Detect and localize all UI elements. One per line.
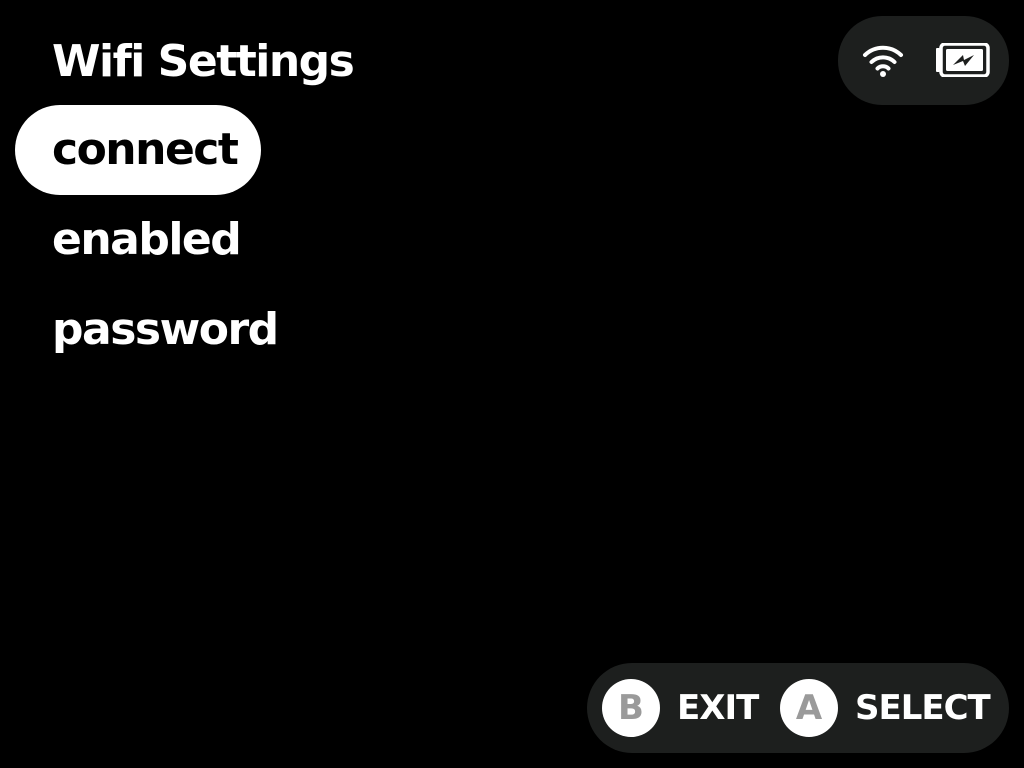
page-title: Wifi Settings [52,36,355,87]
menu-item-enabled[interactable]: enabled [15,195,435,285]
menu-item-connect[interactable]: connect [15,105,261,195]
button-hints-bar: B EXIT A SELECT [587,663,1009,753]
wifi-icon [863,45,903,77]
exit-hint[interactable]: B EXIT [602,679,759,737]
select-hint[interactable]: A SELECT [780,679,991,737]
exit-label: EXIT [677,688,759,728]
battery-charging-icon [936,43,990,77]
menu-item-password[interactable]: password [15,285,435,375]
select-label: SELECT [855,688,991,728]
b-button-icon: B [602,679,660,737]
a-button-icon: A [780,679,838,737]
settings-menu: connect enabled password [15,105,435,375]
